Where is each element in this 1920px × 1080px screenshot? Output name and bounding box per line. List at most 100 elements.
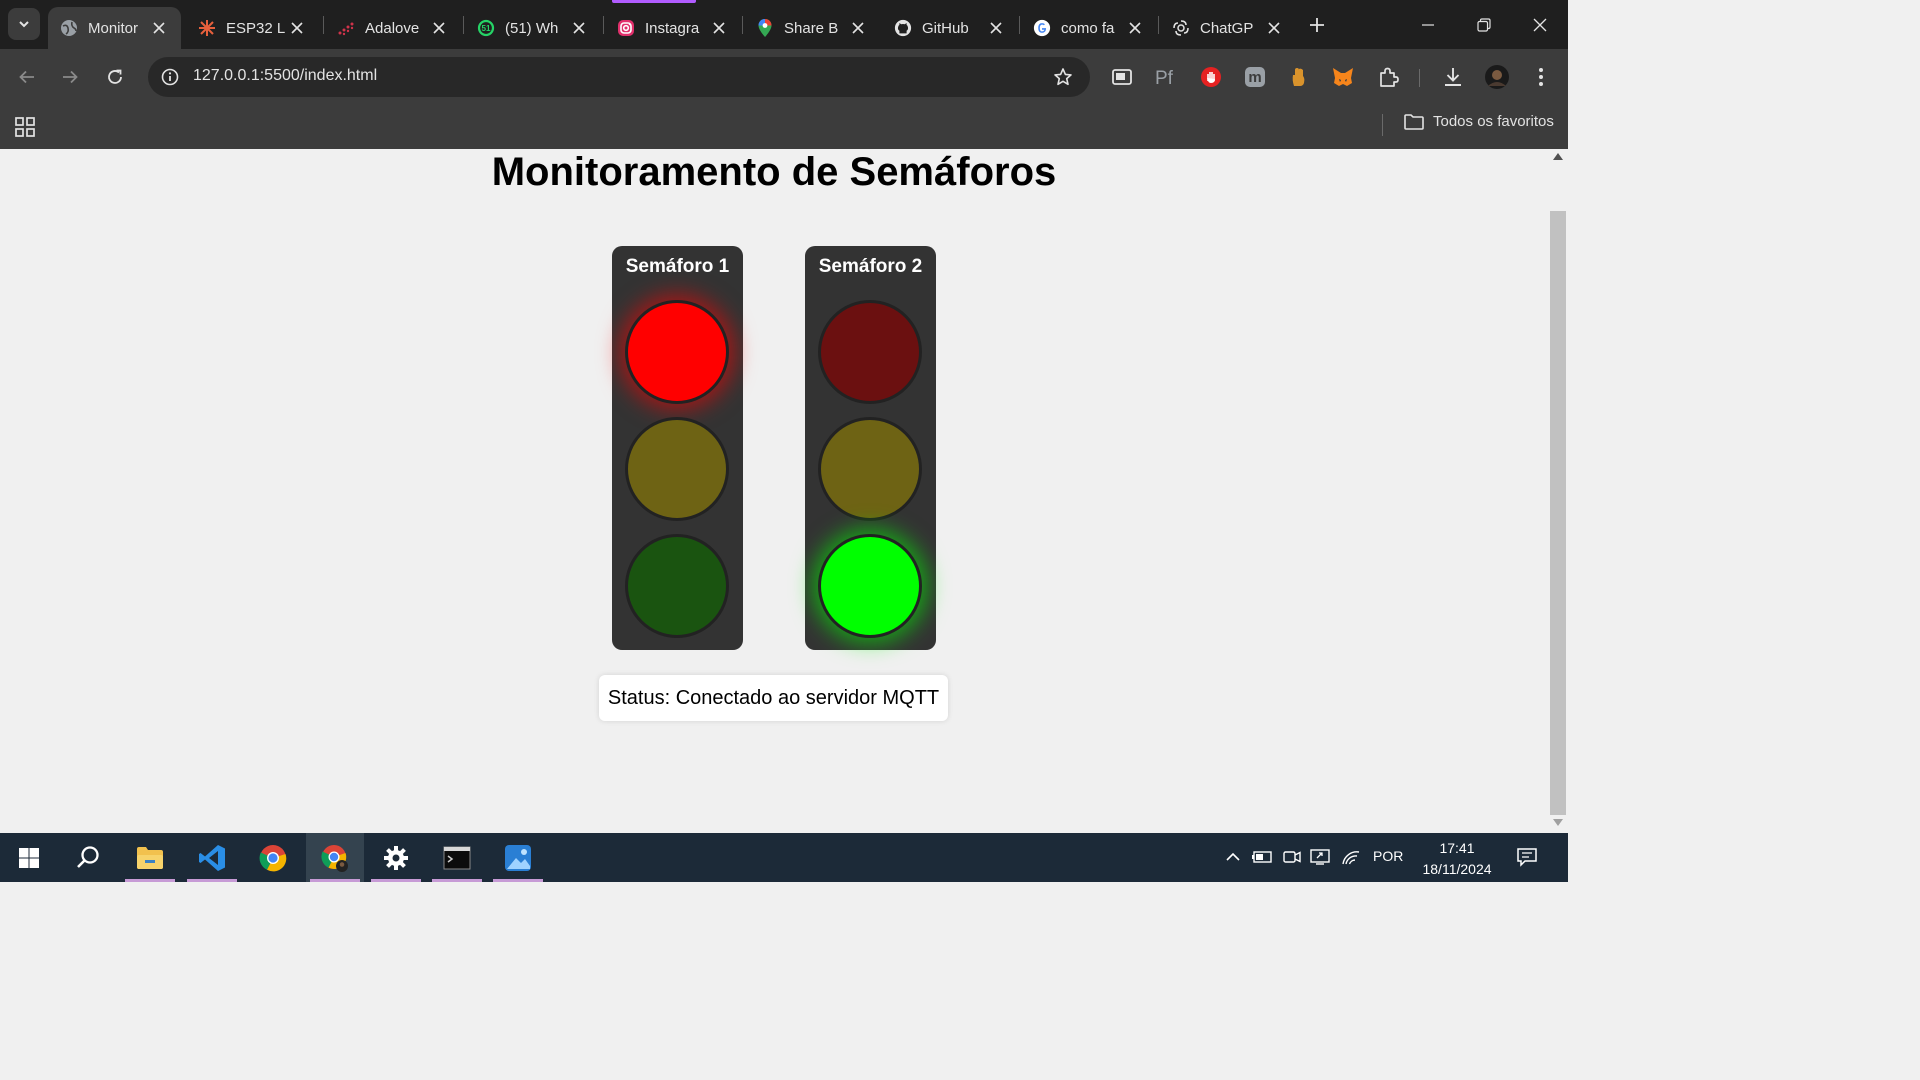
tab-search-button[interactable] <box>8 8 40 40</box>
chevron-up-icon[interactable] <box>1222 846 1244 868</box>
tab-close-icon[interactable] <box>986 18 1006 38</box>
reload-button[interactable] <box>99 61 131 93</box>
bookmark-star-icon[interactable] <box>1052 66 1074 88</box>
tab-separator <box>323 16 324 34</box>
green-lamp <box>625 534 729 638</box>
red-lamp <box>625 300 729 404</box>
tab-google-search[interactable]: como fa <box>1021 7 1157 49</box>
browser-toolbar: 127.0.0.1:5500/index.html Pf m <box>0 49 1568 105</box>
all-bookmarks-label: Todos os favoritos <box>1433 113 1554 130</box>
tab-separator <box>1158 16 1159 34</box>
tab-close-icon[interactable] <box>848 18 868 38</box>
taskbar-file-explorer[interactable] <box>121 833 179 882</box>
tab-close-icon[interactable] <box>569 18 589 38</box>
running-indicator <box>432 879 482 882</box>
m-extension-icon[interactable]: m <box>1243 65 1267 89</box>
maps-pin-icon <box>756 19 774 37</box>
tab-title: Instagra <box>645 19 700 37</box>
tab-close-icon[interactable] <box>287 18 307 38</box>
battery-icon[interactable] <box>1251 846 1273 868</box>
page-scrollbar[interactable] <box>1548 149 1568 833</box>
tab-close-icon[interactable] <box>1125 18 1145 38</box>
system-clock[interactable]: 17:41 18/11/2024 <box>1412 838 1502 880</box>
tab-adalove[interactable]: Adalove <box>325 7 461 49</box>
chatgpt-icon <box>1172 19 1190 37</box>
google-icon <box>1033 19 1051 37</box>
tab-strip: Monitor ESP32 Li Adalove 51 (51) Wh Inst… <box>0 0 1568 49</box>
traffic-light-1: Semáforo 1 <box>612 246 743 650</box>
profile-avatar[interactable] <box>1484 64 1510 90</box>
url-text[interactable]: 127.0.0.1:5500/index.html <box>193 67 377 85</box>
input-language-indicator[interactable]: POR <box>1373 848 1403 864</box>
chrome-icon <box>259 844 287 871</box>
address-bar[interactable]: 127.0.0.1:5500/index.html <box>148 57 1090 97</box>
tab-chatgpt[interactable]: ChatGP <box>1160 7 1296 49</box>
windows-taskbar: POR 17:41 18/11/2024 <box>0 833 1568 882</box>
scroll-down-arrow-icon[interactable] <box>1553 819 1563 826</box>
all-bookmarks-button[interactable]: Todos os favoritos <box>1404 113 1554 130</box>
start-button[interactable] <box>0 833 58 882</box>
tab-close-icon[interactable] <box>429 18 449 38</box>
minimize-button[interactable] <box>1400 0 1456 49</box>
reload-icon <box>108 69 122 84</box>
download-icon[interactable] <box>1441 65 1465 89</box>
taskbar-terminal[interactable] <box>428 833 486 882</box>
globe-icon <box>60 19 78 37</box>
whatsapp-icon: 51 <box>477 19 495 37</box>
display-icon[interactable] <box>1309 846 1331 868</box>
traffic-light-label: Semáforo 1 <box>625 256 730 277</box>
tab-instagram[interactable]: Instagra <box>605 7 741 49</box>
extensions-puzzle-icon[interactable] <box>1376 65 1400 89</box>
forward-button[interactable] <box>54 61 86 93</box>
github-icon <box>894 19 912 37</box>
tab-close-icon[interactable] <box>149 18 169 38</box>
bookmarks-separator <box>1382 114 1383 136</box>
metamask-fox-icon[interactable] <box>1331 65 1355 89</box>
tab-github[interactable]: GitHub <box>882 7 1018 49</box>
scrollbar-thumb[interactable] <box>1550 211 1566 815</box>
pdf-extension-icon[interactable]: Pf <box>1154 65 1178 89</box>
hand-extension-icon[interactable] <box>1287 65 1311 89</box>
meet-now-icon[interactable] <box>1281 846 1303 868</box>
chevron-down-icon <box>19 21 29 28</box>
restore-button[interactable] <box>1456 0 1512 49</box>
page-title: Monitoramento de Semáforos <box>491 150 1057 194</box>
notification-center-icon[interactable] <box>1516 846 1538 868</box>
picture-in-picture-icon[interactable] <box>1110 65 1134 89</box>
new-tab-button[interactable] <box>1304 12 1330 38</box>
tab-monitoramento[interactable]: Monitor <box>48 7 181 49</box>
vscode-icon <box>199 844 225 871</box>
tab-title: Monitor <box>88 19 139 37</box>
scroll-up-arrow-icon[interactable] <box>1553 153 1563 160</box>
tab-share[interactable]: Share B <box>744 7 880 49</box>
svg-text:51: 51 <box>482 24 491 33</box>
plus-icon <box>1310 18 1324 32</box>
tab-separator <box>1019 16 1020 34</box>
clock-date: 18/11/2024 <box>1422 861 1492 877</box>
taskbar-chrome-profile[interactable] <box>306 833 364 882</box>
running-indicator <box>493 879 543 882</box>
tab-close-icon[interactable] <box>709 18 729 38</box>
back-button[interactable] <box>11 61 43 93</box>
taskbar-chrome[interactable] <box>244 833 302 882</box>
tab-whatsapp[interactable]: 51 (51) Wh <box>465 7 601 49</box>
taskbar-photos[interactable] <box>489 833 547 882</box>
wifi-icon[interactable] <box>1340 846 1362 868</box>
taskbar-vscode[interactable] <box>183 833 241 882</box>
folder-icon <box>137 846 163 869</box>
close-window-button[interactable] <box>1512 0 1568 49</box>
browser-menu-icon[interactable] <box>1529 65 1553 89</box>
arrow-right-icon <box>63 70 78 84</box>
tab-esp32[interactable]: ESP32 Li <box>186 7 319 49</box>
taskbar-settings[interactable] <box>367 833 425 882</box>
tab-title: ESP32 Li <box>226 19 286 37</box>
instagram-icon <box>617 19 635 37</box>
hand-stop-icon[interactable] <box>1199 65 1223 89</box>
green-lamp <box>818 534 922 638</box>
taskbar-search-button[interactable] <box>59 833 117 882</box>
clock-time: 17:41 <box>1439 840 1475 856</box>
site-info-icon[interactable] <box>156 63 184 91</box>
apps-grid-icon[interactable] <box>14 116 36 138</box>
tab-close-icon[interactable] <box>1264 18 1284 38</box>
restore-icon <box>1477 17 1491 32</box>
